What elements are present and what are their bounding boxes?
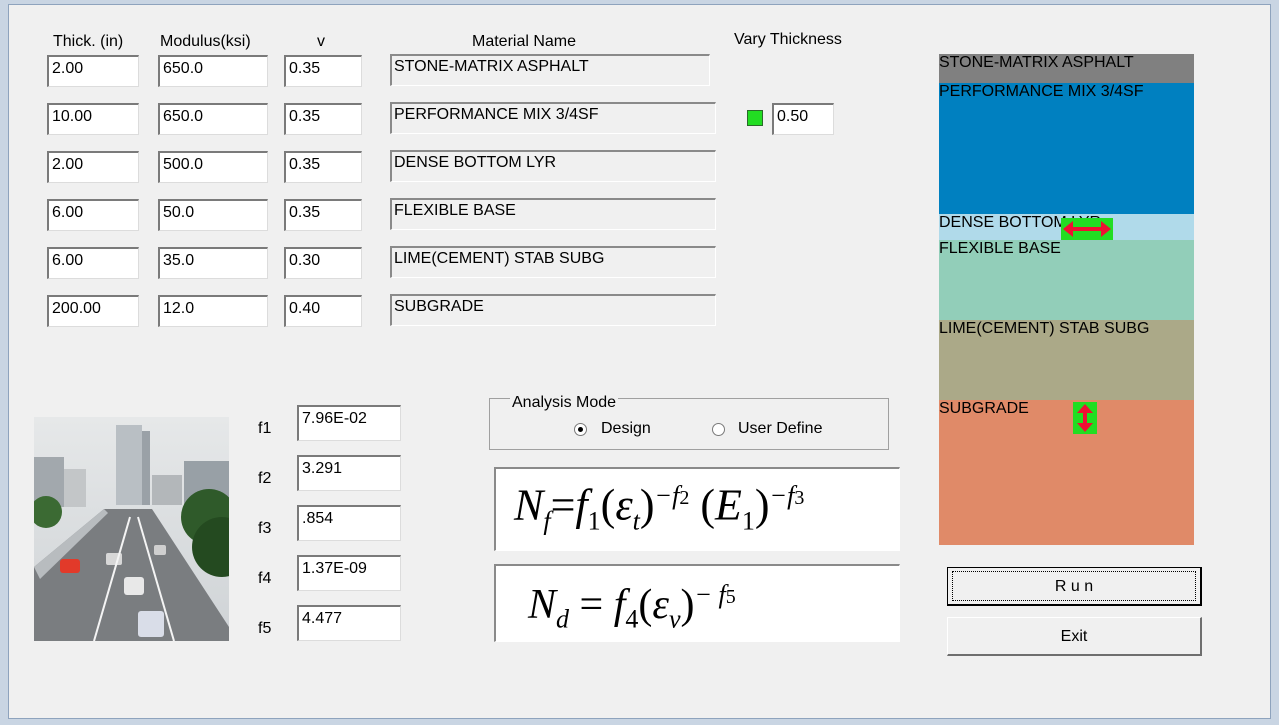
material-name-field[interactable]: PERFORMANCE MIX 3/4SF	[390, 102, 716, 134]
eq-symbol: 5	[725, 586, 736, 608]
profile-layer-label: LIME(CEMENT) STAB SUBG	[939, 320, 1150, 337]
radio-selected-dot	[578, 427, 583, 432]
rutting-equation: Nd = f4(εv)− f5	[528, 580, 736, 634]
material-name-field[interactable]: DENSE BOTTOM LYR	[390, 150, 716, 182]
eq-symbol: −f	[769, 481, 795, 510]
focus-rectangle	[952, 571, 1196, 601]
horizontal-resize-arrow-icon[interactable]	[1061, 218, 1113, 240]
material-name-field[interactable]: SUBGRADE	[390, 294, 716, 326]
f4-label: f4	[258, 570, 272, 587]
eq-symbol: =	[550, 480, 576, 530]
modulus-input[interactable]: 650.0	[158, 55, 268, 87]
profile-layer-label: STONE-MATRIX ASPHALT	[939, 54, 1134, 71]
f5-label: f5	[258, 620, 272, 637]
profile-layer-flexible-base: FLEXIBLE BASE	[939, 240, 1194, 320]
modulus-input[interactable]: 500.0	[158, 151, 268, 183]
poisson-input[interactable]: 0.35	[284, 199, 362, 231]
eq-symbol: ε	[615, 480, 633, 530]
eq-symbol: −f	[654, 481, 680, 510]
f1-label: f1	[258, 420, 272, 437]
design-radio-label[interactable]: Design	[601, 420, 651, 438]
poisson-input[interactable]: 0.35	[284, 151, 362, 183]
rutting-equation-box: Nd = f4(εv)− f5	[494, 564, 900, 642]
profile-layer-lime-stab: LIME(CEMENT) STAB SUBG	[939, 320, 1194, 400]
eq-symbol: − f	[694, 580, 726, 609]
exit-button[interactable]: Exit	[947, 617, 1202, 656]
vertical-resize-arrow-icon[interactable]	[1073, 402, 1097, 434]
f2-label: f2	[258, 470, 272, 487]
f1-input[interactable]: 7.96E-02	[297, 405, 401, 441]
thickness-input[interactable]: 2.00	[47, 55, 139, 87]
modulus-input[interactable]: 12.0	[158, 295, 268, 327]
material-name-field[interactable]: STONE-MATRIX ASPHALT	[390, 54, 710, 86]
eq-symbol: 4	[625, 604, 639, 634]
thickness-input[interactable]: 10.00	[47, 103, 139, 135]
eq-symbol: 1	[587, 506, 601, 536]
f2-input[interactable]: 3.291	[297, 455, 401, 491]
profile-layer-stone-matrix: STONE-MATRIX ASPHALT	[939, 54, 1194, 83]
eq-symbol: f	[575, 480, 588, 530]
poisson-input[interactable]: 0.35	[284, 55, 362, 87]
fatigue-equation: Nf=f1(εt)−f2 (E1)−f3	[514, 480, 805, 536]
profile-layer-subgrade: SUBGRADE	[939, 400, 1194, 545]
f5-input[interactable]: 4.477	[297, 605, 401, 641]
vary-thickness-indicator[interactable]	[747, 110, 763, 126]
eq-symbol: =	[579, 582, 604, 628]
f4-input[interactable]: 1.37E-09	[297, 555, 401, 591]
modulus-input[interactable]: 650.0	[158, 103, 268, 135]
poisson-input[interactable]: 0.35	[284, 103, 362, 135]
f3-label: f3	[258, 520, 272, 537]
highway-photo	[34, 417, 229, 641]
poisson-input[interactable]: 0.30	[284, 247, 362, 279]
eq-symbol: d	[556, 604, 570, 634]
eq-symbol: 1	[741, 506, 755, 536]
design-radio[interactable]	[574, 423, 587, 436]
modulus-input[interactable]: 35.0	[158, 247, 268, 279]
run-button[interactable]: R u n	[947, 567, 1202, 606]
exit-button-label: Exit	[1060, 628, 1088, 645]
eq-symbol: N	[514, 480, 544, 530]
user-define-radio-label[interactable]: User Define	[738, 420, 822, 438]
profile-layer-label: PERFORMANCE MIX 3/4SF	[939, 83, 1144, 100]
thickness-input[interactable]: 200.00	[47, 295, 139, 327]
vary-thickness-input[interactable]: 0.50	[772, 103, 834, 135]
header-poisson: v	[317, 33, 325, 50]
modulus-input[interactable]: 50.0	[158, 199, 268, 231]
fatigue-equation-box: Nf=f1(εt)−f2 (E1)−f3	[494, 467, 900, 551]
material-name-field[interactable]: LIME(CEMENT) STAB SUBG	[390, 246, 716, 278]
header-thickness: Thick. (in)	[53, 33, 124, 50]
poisson-input[interactable]: 0.40	[284, 295, 362, 327]
eq-symbol: t	[632, 506, 640, 536]
header-modulus: Modulus(ksi)	[160, 33, 251, 50]
user-define-radio[interactable]	[712, 423, 725, 436]
eq-symbol: f	[613, 582, 626, 628]
eq-symbol: f	[543, 506, 551, 536]
eq-symbol: N	[528, 582, 557, 628]
profile-layer-label: SUBGRADE	[939, 400, 1029, 417]
thickness-input[interactable]: 6.00	[47, 199, 139, 231]
analysis-mode-title: Analysis Mode	[510, 394, 619, 412]
thickness-input[interactable]: 6.00	[47, 247, 139, 279]
thickness-input[interactable]: 2.00	[47, 151, 139, 183]
eq-symbol: E	[714, 480, 742, 530]
material-name-field[interactable]: FLEXIBLE BASE	[390, 198, 716, 230]
profile-layer-label: FLEXIBLE BASE	[939, 240, 1061, 257]
profile-layer-performance-mix: PERFORMANCE MIX 3/4SF	[939, 83, 1194, 214]
eq-symbol: 3	[794, 487, 805, 509]
header-material: Material Name	[472, 33, 577, 50]
eq-symbol: 2	[679, 487, 690, 509]
eq-symbol: v	[668, 604, 681, 634]
f3-input[interactable]: .854	[297, 505, 401, 541]
eq-symbol: ε	[652, 582, 669, 628]
header-vary-thickness: Vary Thickness	[734, 31, 842, 48]
